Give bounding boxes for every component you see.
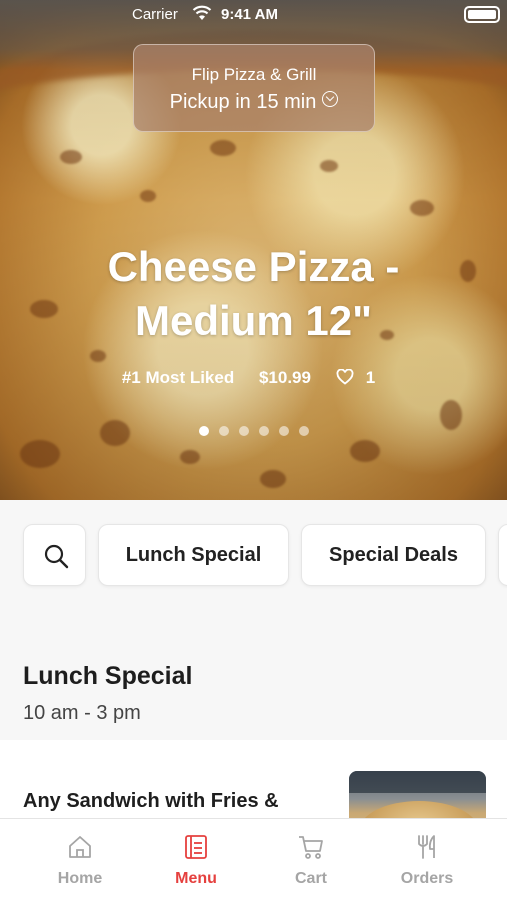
- section-title: Lunch Special: [23, 662, 193, 690]
- carousel-dot[interactable]: [298, 426, 309, 436]
- tab-home-label: Home: [57, 870, 103, 887]
- home-icon: [69, 836, 91, 858]
- orders-icon: [418, 835, 435, 859]
- status-bar: Carrier 9:41 AM: [0, 0, 507, 30]
- pickup-selector[interactable]: Flip Pizza & Grill Pickup in 15 min: [133, 44, 375, 132]
- category-bar: Lunch Special Special Deals: [0, 500, 507, 640]
- chevron-down-icon: [322, 91, 339, 107]
- section-header: Lunch Special 10 am - 3 pm: [0, 640, 507, 740]
- tab-bar: Home Menu Cart Orders: [0, 818, 507, 900]
- menu-screen: Carrier 9:41 AM Flip Pizza & Grill Picku…: [0, 0, 507, 900]
- tab-home[interactable]: Home: [20, 819, 140, 900]
- tab-menu[interactable]: Menu: [136, 819, 256, 900]
- like-button[interactable]: 1: [336, 368, 385, 387]
- popularity-badge: #1 Most Liked: [121, 368, 235, 387]
- carousel-dot[interactable]: [278, 426, 289, 436]
- search-icon: [44, 544, 69, 569]
- tab-cart[interactable]: Cart: [251, 819, 371, 900]
- category-chip-more[interactable]: [498, 524, 507, 586]
- clock: 9:41 AM: [221, 6, 278, 23]
- menu-item-name: Any Sandwich with Fries &: [23, 790, 279, 812]
- tab-menu-label: Menu: [175, 870, 217, 887]
- tab-cart-label: Cart: [294, 870, 327, 887]
- carousel-dot[interactable]: [258, 426, 269, 436]
- heart-icon: [336, 369, 354, 385]
- like-count: 1: [365, 368, 376, 387]
- hero-banner[interactable]: Carrier 9:41 AM Flip Pizza & Grill Picku…: [0, 0, 507, 500]
- carousel-dot[interactable]: [218, 426, 229, 436]
- category-chip-special-deals[interactable]: Special Deals: [301, 524, 486, 586]
- search-button[interactable]: [23, 524, 86, 586]
- section-hours: 10 am - 3 pm: [23, 702, 141, 724]
- wifi-icon: [192, 5, 212, 20]
- store-name: Flip Pizza & Grill: [191, 65, 317, 84]
- menu-item[interactable]: Any Sandwich with Fries &: [0, 740, 507, 841]
- carousel-dot[interactable]: [238, 426, 249, 436]
- cart-icon: [299, 836, 323, 859]
- pickup-eta: Pickup in 15 min: [169, 91, 317, 113]
- featured-item-title: Cheese Pizza - Medium 12": [107, 243, 400, 344]
- menu-icon: [185, 835, 207, 859]
- tab-orders[interactable]: Orders: [367, 819, 487, 900]
- tab-orders-label: Orders: [400, 870, 454, 887]
- battery-icon: [464, 6, 500, 23]
- featured-price: $10.99: [258, 368, 311, 387]
- carousel-indicator[interactable]: [0, 423, 507, 441]
- carousel-dot[interactable]: [198, 426, 209, 436]
- carrier-label: Carrier: [132, 6, 178, 23]
- featured-item-meta: #1 Most Liked $10.99 1: [0, 368, 507, 388]
- category-chip-lunch-special[interactable]: Lunch Special: [98, 524, 289, 586]
